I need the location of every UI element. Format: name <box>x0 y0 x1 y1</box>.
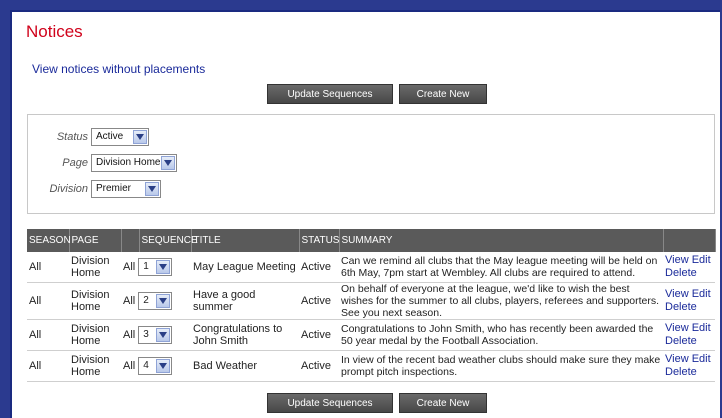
sequence-select-value: 1 <box>143 261 149 272</box>
view-link[interactable]: View <box>665 322 689 334</box>
create-new-button-bottom[interactable]: Create New <box>399 393 487 413</box>
status-filter-label: Status <box>56 131 88 143</box>
edit-link[interactable]: Edit <box>692 353 711 365</box>
table-row: All Division Home All 3 Congratulations t… <box>27 319 715 351</box>
column-header-blank <box>121 229 140 252</box>
column-header-sequence[interactable]: SEQUENCE <box>139 229 198 252</box>
cell-page: Division Home <box>69 319 121 351</box>
cell-actions: View Edit Delete <box>663 252 715 283</box>
column-header-status[interactable]: STATUS <box>299 229 340 252</box>
sequence-select-value: 3 <box>143 329 149 340</box>
column-header-title[interactable]: TITLE <box>191 229 300 252</box>
column-header-summary[interactable]: SUMMARY <box>339 229 664 252</box>
cell-summary: Can we remind all clubs that the May lea… <box>339 252 663 283</box>
update-sequences-button-bottom[interactable]: Update Sequences <box>267 393 393 413</box>
cell-actions: View Edit Delete <box>663 319 715 351</box>
cell-summary: Congratulations to John Smith, who has r… <box>339 319 663 351</box>
cell-title: May League Meeting <box>191 252 299 283</box>
cell-season: All <box>27 319 69 351</box>
page-select[interactable]: Division Home <box>91 154 177 172</box>
division-select-value: Premier <box>96 183 132 194</box>
status-select-value: Active <box>96 131 124 142</box>
cell-summary: On behalf of everyone at the league, we'… <box>339 282 663 320</box>
cell-sequence: All 1 <box>121 252 191 283</box>
view-link[interactable]: View <box>665 288 689 300</box>
filter-panel: Status Active Page Division Home Divisio… <box>27 114 715 214</box>
sequence-select-value: 4 <box>143 360 149 371</box>
delete-link[interactable]: Delete <box>665 335 697 347</box>
column-header-page[interactable]: PAGE <box>69 229 122 252</box>
table-row: All Division Home All 4 Bad Weather Activ… <box>27 350 715 382</box>
cell-status: Active <box>299 319 339 351</box>
delete-link[interactable]: Delete <box>665 267 697 279</box>
cell-title: Congratulations to John Smith <box>191 319 299 351</box>
chevron-down-icon <box>145 182 159 196</box>
chevron-down-icon <box>156 260 171 274</box>
sequence-all-label: All <box>123 329 136 341</box>
page-filter-row: Page <box>28 153 88 173</box>
cell-status: Active <box>299 252 339 283</box>
edit-link[interactable]: Edit <box>692 254 711 266</box>
cell-status: Active <box>299 282 339 320</box>
sequence-all-label: All <box>123 295 136 307</box>
notices-table: SEASON PAGE SEQUENCE TITLE STATUS SUMMAR… <box>27 229 716 382</box>
sequence-select[interactable]: 1 <box>138 258 173 276</box>
page-title: Notices <box>26 22 83 41</box>
table-header-row: SEASON PAGE SEQUENCE TITLE STATUS SUMMAR… <box>27 229 716 252</box>
sequence-select[interactable]: 4 <box>138 357 173 375</box>
cell-summary: In view of the recent bad weather clubs … <box>339 350 663 382</box>
sequence-select[interactable]: 3 <box>138 326 173 344</box>
sequence-select[interactable]: 2 <box>138 292 173 310</box>
division-filter-row: Division <box>28 179 88 199</box>
chevron-down-icon <box>156 294 171 308</box>
status-select[interactable]: Active <box>91 128 149 146</box>
cell-page: Division Home <box>69 350 121 382</box>
cell-title: Have a good summer <box>191 282 299 320</box>
column-header-actions <box>663 229 716 252</box>
cell-sequence: All 3 <box>121 319 191 351</box>
delete-link[interactable]: Delete <box>665 366 697 378</box>
chevron-down-icon <box>156 359 171 373</box>
view-without-placements-link[interactable]: View notices without placements <box>32 62 205 76</box>
cell-actions: View Edit Delete <box>663 350 715 382</box>
chevron-down-icon <box>133 130 147 144</box>
chevron-down-icon <box>161 156 175 170</box>
page-select-value: Division Home <box>96 157 161 168</box>
cell-actions: View Edit Delete <box>663 282 715 320</box>
view-link[interactable]: View <box>665 254 689 266</box>
cell-sequence: All 2 <box>121 282 191 320</box>
table-row: All Division Home All 1 May League Meetin… <box>27 252 715 283</box>
update-sequences-button-top[interactable]: Update Sequences <box>267 84 393 104</box>
delete-link[interactable]: Delete <box>665 301 697 313</box>
content-frame: Notices View notices without placements … <box>10 10 720 418</box>
cell-season: All <box>27 350 69 382</box>
cell-title: Bad Weather <box>191 350 299 382</box>
view-link[interactable]: View <box>665 353 689 365</box>
edit-link[interactable]: Edit <box>692 288 711 300</box>
create-new-button-top[interactable]: Create New <box>399 84 487 104</box>
cell-status: Active <box>299 350 339 382</box>
status-filter-row: Status <box>28 127 88 147</box>
cell-page: Division Home <box>69 282 121 320</box>
division-select[interactable]: Premier <box>91 180 161 198</box>
sequence-all-label: All <box>123 261 136 273</box>
sequence-select-value: 2 <box>143 295 149 306</box>
cell-season: All <box>27 282 69 320</box>
cell-season: All <box>27 252 69 283</box>
edit-link[interactable]: Edit <box>692 322 711 334</box>
column-header-season[interactable]: SEASON <box>27 229 71 252</box>
table-row: All Division Home All 2 Have a good summe… <box>27 282 715 320</box>
division-filter-label: Division <box>49 183 88 195</box>
cell-sequence: All 4 <box>121 350 191 382</box>
page-filter-label: Page <box>62 157 88 169</box>
sequence-all-label: All <box>123 360 136 372</box>
cell-page: Division Home <box>69 252 121 283</box>
chevron-down-icon <box>156 328 171 342</box>
